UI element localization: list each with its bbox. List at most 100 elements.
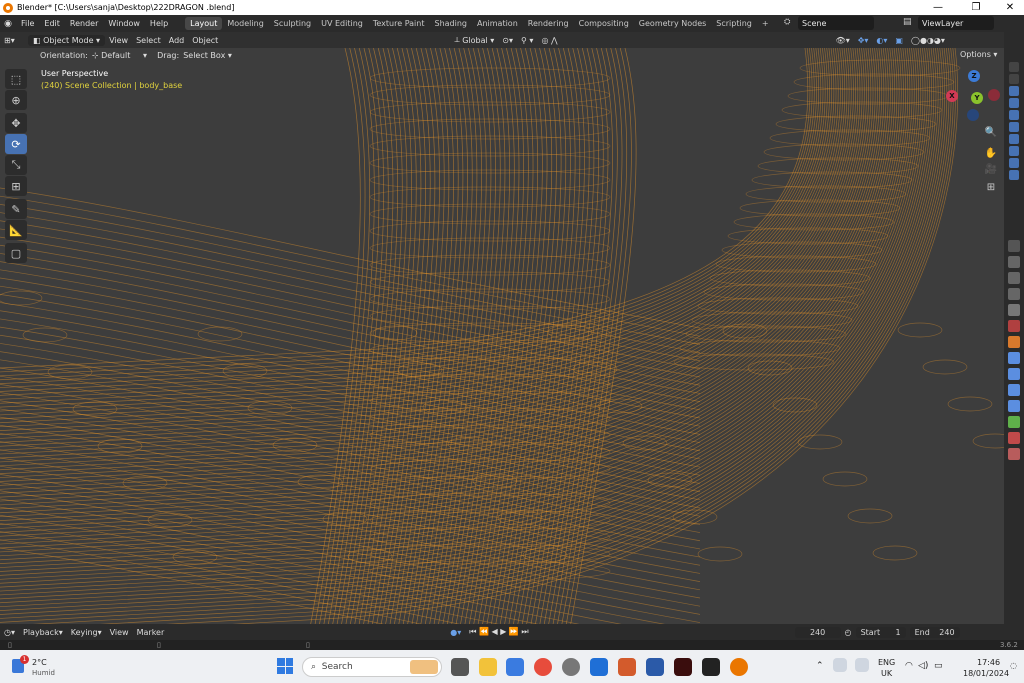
menu-select[interactable]: Select bbox=[132, 36, 165, 45]
close-button[interactable]: ✕ bbox=[996, 0, 1024, 15]
app-icon[interactable] bbox=[618, 658, 636, 676]
current-frame-field[interactable]: 240 bbox=[794, 626, 841, 638]
file-explorer-icon[interactable] bbox=[479, 658, 497, 676]
menu-file[interactable]: File bbox=[16, 19, 39, 28]
tab-uv-editing[interactable]: UV Editing bbox=[316, 17, 368, 30]
start-frame-field[interactable]: Start 1 bbox=[855, 626, 906, 638]
transform-tool-icon[interactable]: ⊞ bbox=[5, 176, 27, 196]
language-code[interactable]: ENG bbox=[878, 658, 895, 667]
collection-visibility-icon[interactable] bbox=[1009, 134, 1019, 144]
view-layer-properties-icon[interactable] bbox=[1008, 288, 1020, 300]
end-frame-field[interactable]: End 240 bbox=[909, 626, 960, 638]
keyboard-layout[interactable]: UK bbox=[881, 669, 892, 678]
chrome-icon[interactable] bbox=[534, 658, 552, 676]
maximize-button[interactable]: ❐ bbox=[962, 0, 990, 15]
data-properties-icon[interactable] bbox=[1008, 416, 1020, 428]
collection-visibility-icon[interactable] bbox=[1009, 74, 1019, 84]
menu-playback[interactable]: Playback ▾ bbox=[19, 628, 67, 637]
object-properties-icon[interactable] bbox=[1008, 336, 1020, 348]
timeline-editor-icon[interactable]: ◷▾ bbox=[0, 628, 19, 637]
options-button[interactable]: Options ▾ bbox=[960, 50, 997, 59]
annotate-tool-icon[interactable]: ✎ bbox=[5, 199, 27, 219]
minimize-button[interactable]: — bbox=[924, 0, 952, 15]
gizmo-neg-z-axis[interactable] bbox=[967, 109, 979, 121]
output-properties-icon[interactable] bbox=[1008, 272, 1020, 284]
menu-marker[interactable]: Marker bbox=[133, 628, 169, 637]
rotate-tool-icon[interactable]: ⟳ bbox=[5, 134, 27, 154]
playback-controls[interactable]: ⏮ ⏪ ◀ ▶ ⏩ ⏭ bbox=[465, 627, 532, 637]
battery-icon[interactable]: ▭ bbox=[934, 661, 943, 671]
stopwatch-icon[interactable]: ◴ bbox=[841, 628, 856, 637]
camera-view-icon[interactable]: 🎥 bbox=[984, 162, 998, 176]
gizmo-toggle-icon[interactable]: ✥▾ bbox=[854, 36, 873, 45]
clock-date[interactable]: 18/01/2024 bbox=[963, 669, 1009, 678]
modifier-properties-icon[interactable] bbox=[1008, 352, 1020, 364]
physics-properties-icon[interactable] bbox=[1008, 384, 1020, 396]
scale-tool-icon[interactable]: ⤡ bbox=[5, 155, 27, 175]
pan-hand-icon[interactable]: ✋ bbox=[984, 146, 998, 160]
view-layer-selector[interactable]: ViewLayer bbox=[918, 16, 994, 30]
particles-properties-icon[interactable] bbox=[1008, 368, 1020, 380]
world-properties-icon[interactable] bbox=[1008, 320, 1020, 332]
mail-icon[interactable] bbox=[646, 658, 664, 676]
menu-window[interactable]: Window bbox=[103, 19, 145, 28]
sticky-notes-icon[interactable] bbox=[702, 658, 720, 676]
blender-menu-icon[interactable]: ◉ bbox=[0, 19, 16, 29]
collection-visibility-icon[interactable] bbox=[1009, 122, 1019, 132]
tray-app-icon[interactable] bbox=[833, 658, 847, 672]
menu-keying[interactable]: Keying ▾ bbox=[67, 628, 106, 637]
wifi-icon[interactable]: ◠ bbox=[905, 661, 913, 671]
menu-timeline-view[interactable]: View bbox=[106, 628, 133, 637]
tab-compositing[interactable]: Compositing bbox=[574, 17, 634, 30]
transform-orientation-dropdown[interactable]: ⟂ Global ▾ bbox=[450, 35, 498, 45]
collection-visibility-icon[interactable] bbox=[1009, 110, 1019, 120]
pivot-icon[interactable]: ⊙▾ bbox=[498, 36, 517, 45]
editor-type-icon[interactable]: ⊞▾ bbox=[0, 36, 28, 45]
collection-visibility-icon[interactable] bbox=[1009, 170, 1019, 180]
render-properties-icon[interactable] bbox=[1008, 256, 1020, 268]
material-properties-icon[interactable] bbox=[1008, 432, 1020, 444]
gizmo-y-axis[interactable]: Y bbox=[971, 92, 983, 104]
menu-add[interactable]: Add bbox=[165, 36, 189, 45]
clock-time[interactable]: 17:46 bbox=[977, 658, 1000, 667]
tab-geometry-nodes[interactable]: Geometry Nodes bbox=[634, 17, 711, 30]
illustrator-icon[interactable] bbox=[674, 658, 692, 676]
select-tool-icon[interactable]: ⬚ bbox=[5, 69, 27, 89]
blender-taskbar-icon[interactable] bbox=[730, 658, 748, 676]
collection-visibility-icon[interactable] bbox=[1009, 146, 1019, 156]
visibility-icon[interactable]: 👁▾ bbox=[832, 36, 854, 45]
collection-visibility-icon[interactable] bbox=[1009, 62, 1019, 72]
menu-object[interactable]: Object bbox=[188, 36, 222, 45]
drag-dropdown[interactable]: Select Box ▾ bbox=[179, 51, 236, 60]
3d-viewport[interactable]: Orientation: ⊹ Default ▾ Drag: Select Bo… bbox=[0, 48, 1004, 624]
move-tool-icon[interactable]: ✥ bbox=[5, 113, 27, 133]
outlook-icon[interactable] bbox=[590, 658, 608, 676]
auto-keying-icon[interactable]: ●▾ bbox=[446, 628, 465, 637]
grid-view-icon[interactable]: ⊞ bbox=[984, 180, 998, 194]
mode-dropdown[interactable]: ◧ Object Mode ▾ bbox=[28, 34, 106, 46]
tray-app-icon[interactable] bbox=[855, 658, 869, 672]
cursor-tool-icon[interactable]: ⊕ bbox=[5, 90, 27, 110]
add-cube-tool-icon[interactable]: ▢ bbox=[5, 243, 27, 263]
overlay-toggle-icon[interactable]: ◐▾ bbox=[872, 36, 891, 45]
tray-chevron-icon[interactable]: ⌃ bbox=[816, 661, 824, 671]
tab-layout[interactable]: Layout bbox=[185, 17, 223, 30]
scene-selector[interactable]: Scene bbox=[798, 16, 874, 30]
tab-modeling[interactable]: Modeling bbox=[222, 17, 268, 30]
texture-properties-icon[interactable] bbox=[1008, 448, 1020, 460]
tab-animation[interactable]: Animation bbox=[472, 17, 523, 30]
snap-icon[interactable]: ⚲ ▾ bbox=[517, 36, 537, 45]
scene-properties-icon[interactable] bbox=[1008, 304, 1020, 316]
shading-modes-icon[interactable]: ◯●◑◕▾ bbox=[907, 36, 949, 45]
collection-visibility-icon[interactable] bbox=[1009, 158, 1019, 168]
constraints-properties-icon[interactable] bbox=[1008, 400, 1020, 412]
gizmo-neg-x-axis[interactable] bbox=[988, 89, 1000, 101]
collection-visibility-icon[interactable] bbox=[1009, 98, 1019, 108]
gizmo-z-axis[interactable]: Z bbox=[968, 70, 980, 82]
notifications-icon[interactable]: ◌ bbox=[1010, 661, 1017, 670]
tab-rendering[interactable]: Rendering bbox=[523, 17, 574, 30]
menu-help[interactable]: Help bbox=[145, 19, 173, 28]
settings-icon[interactable] bbox=[562, 658, 580, 676]
add-workspace-button[interactable]: + bbox=[757, 17, 774, 30]
menu-render[interactable]: Render bbox=[65, 19, 103, 28]
